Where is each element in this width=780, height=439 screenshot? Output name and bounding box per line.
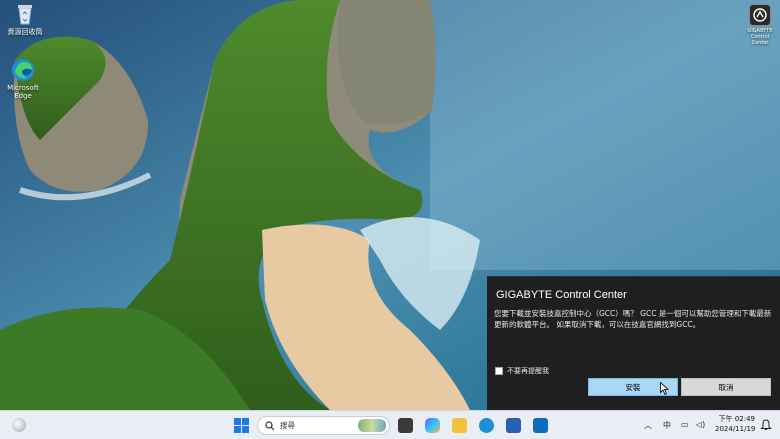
start-button[interactable] [234, 418, 249, 433]
mouse-cursor-icon [660, 382, 669, 395]
chevron-up-icon[interactable]: ︿ [644, 420, 652, 431]
search-placeholder: 搜尋 [280, 421, 295, 430]
edge-taskbar-icon[interactable] [479, 418, 494, 433]
recycle-bin-icon [13, 2, 37, 26]
file-explorer-icon[interactable] [452, 418, 467, 433]
copilot-icon[interactable] [425, 418, 440, 433]
notification-bell-icon[interactable] [760, 419, 772, 431]
recycle-bin-desktop-icon[interactable]: 資源回收筒 [0, 2, 50, 36]
taskbar-search[interactable]: 搜尋 [257, 416, 390, 435]
search-highlight-icon [358, 419, 386, 432]
prompt-title: GIGABYTE Control Center [496, 289, 627, 301]
gcc-install-prompt: GIGABYTE Control Center 您要下載並安裝技嘉控制中心（GC… [487, 276, 780, 410]
prompt-message: 您要下載並安裝技嘉控制中心（GCC）嗎？ GCC 是一個可以幫助您管理和下載最新… [494, 309, 772, 329]
edge-icon [11, 58, 35, 82]
recycle-bin-label: 資源回收筒 [7, 28, 43, 36]
gcc-desktop-label: GIGABYTE Control Center [747, 28, 773, 46]
volume-icon[interactable]: ◁) [696, 420, 705, 429]
edge-label: Microsoft Edge [7, 84, 39, 100]
task-view-icon[interactable] [398, 418, 413, 433]
cancel-button[interactable]: 取消 [681, 378, 771, 396]
outlook-icon[interactable] [533, 418, 548, 433]
checkbox-box[interactable] [495, 367, 503, 375]
search-icon [265, 420, 275, 430]
ime-indicator[interactable]: 中 [663, 420, 671, 431]
gcc-desktop-icon[interactable]: GIGABYTE Control Center [742, 4, 778, 46]
microsoft-store-icon[interactable] [506, 418, 521, 433]
network-icon[interactable]: ▭ [681, 420, 689, 429]
dont-remind-checkbox[interactable]: 不要再提醒我 [495, 366, 549, 376]
gigabyte-control-center-icon [749, 4, 771, 26]
clock-date: 2024/11/19 [715, 425, 756, 433]
edge-desktop-icon[interactable]: Microsoft Edge [0, 58, 48, 100]
system-clock[interactable]: 下午 02:49 2024/11/19 [715, 414, 755, 434]
taskbar: 搜尋 ︿ 中 ▭ ◁) 下午 02:49 2024/11/19 [0, 410, 780, 439]
dont-remind-label: 不要再提醒我 [507, 367, 549, 375]
weather-widget-icon[interactable] [12, 418, 26, 432]
clock-time: 下午 02:49 [718, 415, 755, 423]
